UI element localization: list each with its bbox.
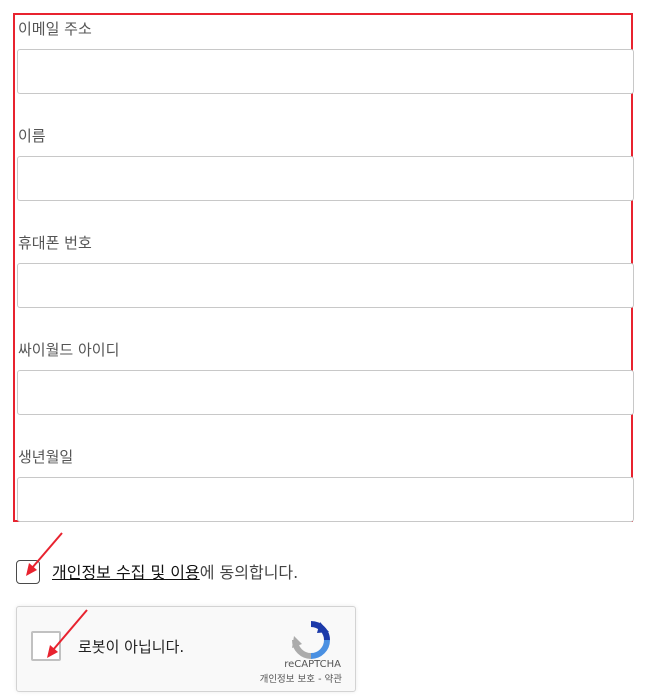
red-arrow-icon: [26, 532, 63, 576]
recaptcha-logo-icon: [292, 621, 330, 659]
red-arrow-icon: [47, 609, 88, 658]
privacy-policy-link[interactable]: 개인정보 수집 및 이용: [52, 563, 200, 582]
consent-suffix: 에 동의합니다.: [199, 563, 299, 582]
email-input[interactable]: [17, 49, 634, 94]
birthdate-label: 생년월일: [18, 448, 74, 466]
privacy-consent-row: 개인정보 수집 및 이용에 동의합니다.: [16, 559, 416, 589]
signup-form-highlight: 이메일 주소 이름 휴대폰 번호 싸이월드 아이디 생년월일: [13, 13, 634, 522]
privacy-consent-text: 개인정보 수집 및 이용에 동의합니다.: [52, 562, 298, 584]
cyworld-id-input[interactable]: [17, 370, 634, 415]
cyworld-id-label: 싸이월드 아이디: [18, 341, 120, 359]
phone-label: 휴대폰 번호: [18, 234, 92, 252]
recaptcha-terms-link[interactable]: 약관: [325, 674, 342, 685]
email-label: 이메일 주소: [18, 20, 92, 38]
phone-input[interactable]: [17, 263, 634, 308]
name-input[interactable]: [17, 156, 634, 201]
recaptcha-privacy-link[interactable]: 개인정보 보호: [260, 674, 315, 685]
recaptcha-label: 로봇이 아닙니다.: [78, 638, 185, 656]
recaptcha-links: 개인정보 보호 - 약관: [260, 673, 342, 686]
birthdate-input[interactable]: [17, 477, 634, 522]
name-label: 이름: [18, 127, 46, 145]
recaptcha-separator: -: [315, 674, 325, 685]
recaptcha-brand: reCAPTCHA: [284, 659, 341, 670]
